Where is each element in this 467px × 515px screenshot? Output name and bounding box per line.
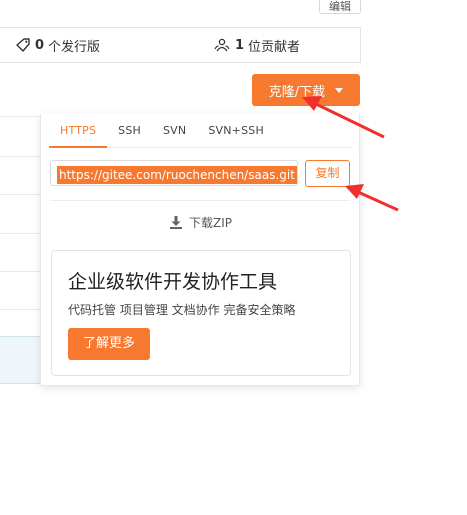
clone-panel: HTTPS SSH SVN SVN+SSH https://gitee.com/… [40, 114, 360, 386]
promo-title: 企业级软件开发协作工具 [68, 271, 278, 293]
releases-count: 0 [35, 37, 45, 53]
tab-https[interactable]: HTTPS [49, 116, 108, 148]
tag-icon [16, 38, 30, 52]
clone-url-row: https://gitee.com/ruochenchen/saas.git 复… [50, 158, 354, 188]
protocol-tabs: HTTPS SSH SVN SVN+SSH [49, 116, 353, 148]
promo-card: 企业级软件开发协作工具 代码托管 项目管理 文档协作 完备安全策略 了解更多 [51, 250, 351, 376]
repo-stats-bar: 0 个发行版 1 位贡献者 [0, 27, 361, 63]
panel-divider [50, 200, 350, 201]
contributors-icon [214, 38, 230, 52]
readme-header-background [0, 336, 40, 384]
promo-subtitle: 代码托管 项目管理 文档协作 完备安全策略 [68, 303, 296, 317]
releases-label: 个发行版 [48, 39, 101, 55]
learn-more-button[interactable]: 了解更多 [68, 328, 150, 360]
contributors-label: 位贡献者 [248, 39, 301, 55]
tab-svn[interactable]: SVN [152, 116, 197, 148]
contributors-count: 1 [235, 37, 245, 53]
file-row-divider [0, 271, 40, 272]
edit-button[interactable]: 编辑 [319, 0, 361, 14]
tab-ssh[interactable]: SSH [107, 116, 152, 148]
clone-url-text: https://gitee.com/ruochenchen/saas.git [57, 166, 297, 184]
file-row-divider [0, 309, 40, 310]
copy-button[interactable]: 复制 [305, 160, 350, 187]
file-row-divider [0, 233, 40, 234]
clone-url-input[interactable]: https://gitee.com/ruochenchen/saas.git [50, 160, 298, 186]
tab-svn-ssh[interactable]: SVN+SSH [197, 116, 275, 148]
download-zip-link[interactable]: 下载ZIP [41, 212, 361, 232]
file-row-divider [0, 116, 40, 117]
download-zip-label: 下载ZIP [189, 215, 232, 230]
file-row-divider [0, 156, 40, 157]
contributors-stat[interactable]: 1 位贡献者 [214, 28, 300, 62]
download-icon [170, 215, 182, 229]
releases-stat[interactable]: 0 个发行版 [16, 28, 100, 62]
clone-download-label: 克隆/下载 [268, 84, 326, 100]
file-row-divider [0, 194, 40, 195]
caret-down-icon [335, 87, 344, 93]
clone-download-button[interactable]: 克隆/下载 [252, 74, 360, 106]
